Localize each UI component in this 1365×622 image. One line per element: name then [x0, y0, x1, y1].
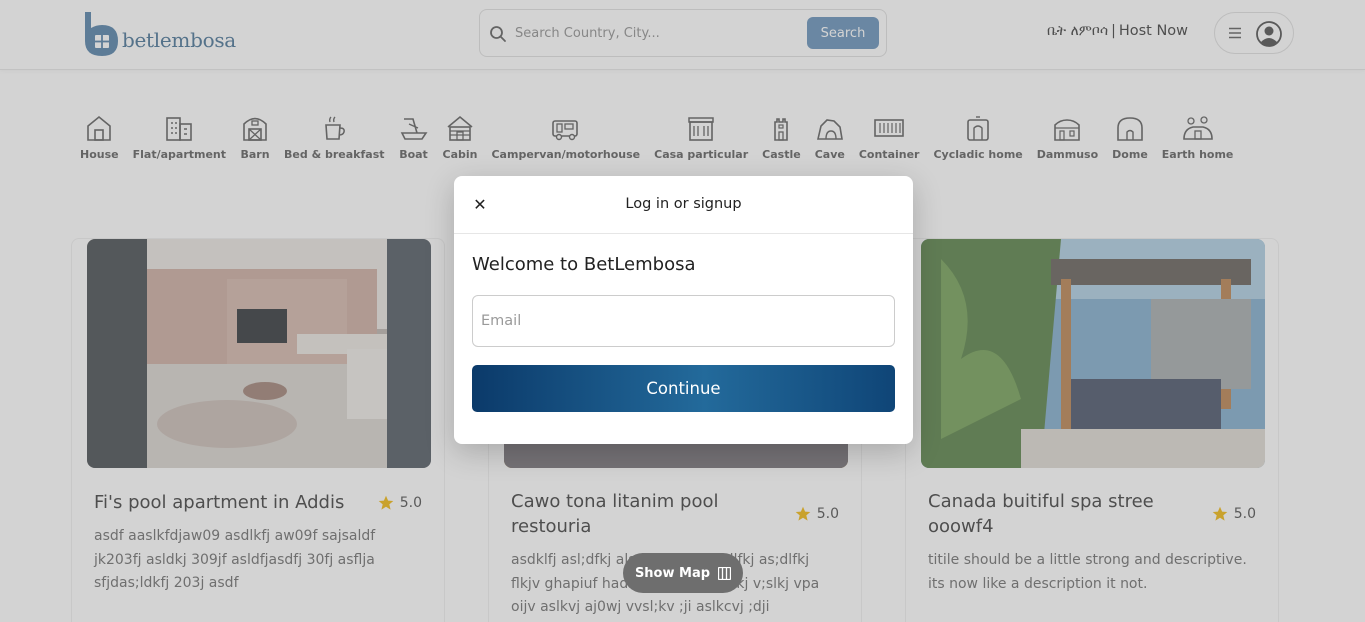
- email-field[interactable]: [472, 295, 895, 347]
- continue-button[interactable]: Continue: [472, 365, 895, 412]
- modal-header: ✕ Log in or signup: [454, 176, 913, 234]
- modal-title: Log in or signup: [625, 196, 742, 212]
- show-map-label: Show Map: [634, 565, 711, 581]
- login-modal: ✕ Log in or signup Welcome to BetLembosa…: [454, 176, 913, 444]
- welcome-heading: Welcome to BetLembosa: [472, 254, 696, 275]
- map-icon: [718, 566, 732, 580]
- show-map-button[interactable]: Show Map: [623, 553, 743, 593]
